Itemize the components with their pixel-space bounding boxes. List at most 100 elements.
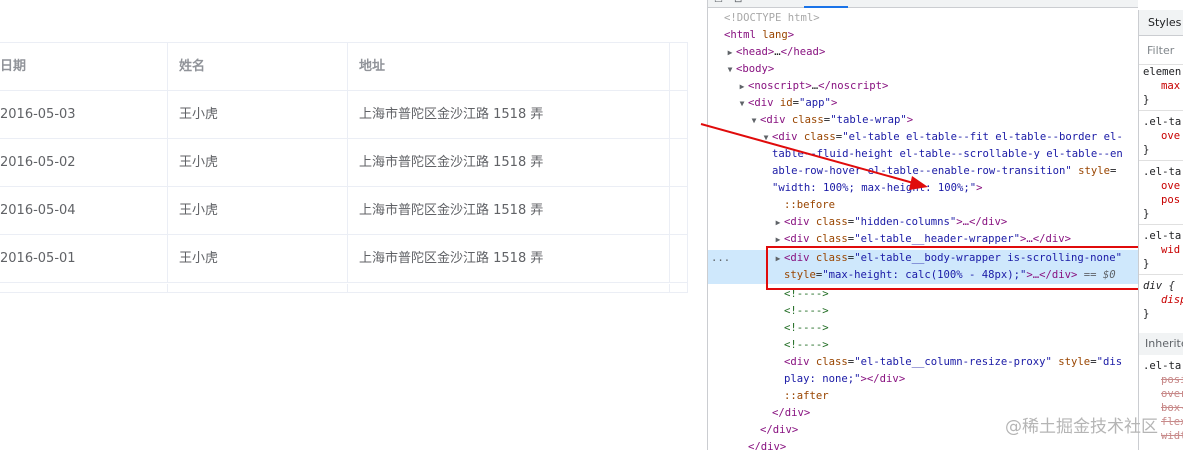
rule-property[interactable]: ove [1143, 180, 1180, 193]
attr-value: "el-table__column-resize-proxy" [854, 356, 1052, 368]
tag-open: <head> [736, 46, 775, 58]
dom-line-comment[interactable]: <!----> [708, 337, 1140, 354]
tag-close: > [830, 97, 838, 109]
attr-name: style [1071, 165, 1111, 177]
rule-selector[interactable]: .el-ta [1143, 230, 1181, 243]
expand-triangle-icon[interactable]: ▶ [737, 78, 747, 95]
dom-line-before[interactable]: ::before [708, 197, 1140, 214]
dom-line-resize-proxy-cont[interactable]: play: none;"></div> [708, 371, 1140, 388]
tag-open: <html [724, 29, 756, 41]
dom-line-el-table-cont[interactable]: able-row-hover el-table--enable-row-tran… [708, 163, 1140, 180]
divider [1139, 110, 1183, 111]
dom-line-el-table[interactable]: ▼ <div class="el-table el-table--fit el-… [708, 129, 1140, 146]
rule-property[interactable]: max [1143, 80, 1180, 93]
devtools-tabbar: ☐ ⊟ [708, 0, 1138, 8]
dom-line-comment[interactable]: <!----> [708, 320, 1140, 337]
rule-brace: } [1143, 308, 1150, 320]
rule-property[interactable]: ove [1143, 130, 1180, 143]
cell-date: 2016-05-03 [0, 91, 168, 139]
cell-date [0, 284, 168, 292]
cell-name: 王小虎 [168, 235, 348, 283]
expand-triangle-icon[interactable]: ▶ [725, 44, 735, 61]
rule-selector[interactable]: div { [1143, 280, 1175, 293]
collapse-triangle-icon[interactable]: ▼ [725, 61, 735, 78]
pseudo-after: ::after [784, 390, 829, 402]
table-header-row: 日期 姓名 地址 [0, 43, 687, 91]
header-address[interactable]: 地址 [348, 43, 670, 91]
tab-elements-underline[interactable] [804, 6, 848, 8]
rule-property[interactable]: wid [1143, 244, 1180, 257]
tag-close: </div> [760, 424, 799, 436]
collapse-triangle-icon[interactable]: ▼ [737, 95, 747, 112]
cell-name: 王小虎 [168, 187, 348, 235]
tag-close: >…</div> [1020, 233, 1072, 245]
more-options-icon[interactable]: ... [711, 250, 730, 267]
header-gutter [670, 43, 687, 91]
dom-line-el-table-cont[interactable]: "width: 100%; max-height: 100%;"> [708, 180, 1140, 197]
dom-tree[interactable]: <!DOCTYPE html> <html lang> ▶ <head>…</h… [708, 10, 1140, 450]
tag-open: <div [760, 114, 786, 126]
divider [1139, 160, 1183, 161]
tag-open: <body> [736, 63, 775, 75]
tag-close: </noscript> [818, 80, 889, 92]
attr-value: "el-table el-table--fit el-table--border… [842, 131, 1123, 143]
attr-value: "width: 100%; max-height: 100%;" [772, 182, 977, 194]
table-row[interactable]: 2016-05-01 王小虎 上海市普陀区金沙江路 1518 弄 [0, 235, 687, 283]
dom-line-el-table-cont[interactable]: table--fluid-height el-table--scrollable… [708, 146, 1140, 163]
header-name[interactable]: 姓名 [168, 43, 348, 91]
device-toolbar-icon[interactable]: ⊟ [734, 0, 742, 5]
tag-open: <div [772, 131, 798, 143]
rule-property[interactable]: disp [1143, 294, 1183, 307]
tag-close: > [906, 114, 914, 126]
cell-address: 上海市普陀区金沙江路 1518 弄 [348, 235, 670, 283]
tag-close: >…</div> [956, 216, 1008, 228]
divider [1139, 274, 1183, 275]
row-gutter [670, 235, 687, 283]
styles-filter-input[interactable]: Filter [1147, 44, 1174, 57]
dom-line-body[interactable]: ▼ <body> [708, 61, 1140, 78]
tag-close: </div> [772, 407, 811, 419]
dom-line-comment[interactable]: <!----> [708, 303, 1140, 320]
dom-line-app[interactable]: ▼ <div id="app"> [708, 95, 1140, 112]
row-gutter [670, 91, 687, 139]
table-row-partial [0, 284, 687, 292]
dom-line-close[interactable]: </div> [708, 439, 1140, 450]
collapse-triangle-icon[interactable]: ▼ [749, 112, 759, 129]
cell-address [348, 284, 670, 292]
dom-line-head[interactable]: ▶ <head>…</head> [708, 44, 1140, 61]
attr-name: class [797, 131, 836, 143]
rule-property[interactable]: pos [1143, 194, 1180, 207]
attr-eq: = [1110, 165, 1117, 177]
header-date[interactable]: 日期 [0, 43, 168, 91]
rule-property[interactable]: posi [1143, 374, 1183, 387]
tab-styles[interactable]: Styles [1148, 16, 1181, 29]
dom-line-after[interactable]: ::after [708, 388, 1140, 405]
dom-line-doctype[interactable]: <!DOCTYPE html> [708, 10, 1140, 27]
tag-open: <div [784, 356, 810, 368]
collapse-triangle-icon[interactable]: ▼ [761, 129, 771, 146]
inspect-icon[interactable]: ☐ [714, 0, 723, 5]
rule-brace: } [1143, 144, 1150, 156]
rule-selector[interactable]: .el-ta [1143, 166, 1181, 179]
table-row[interactable]: 2016-05-02 王小虎 上海市普陀区金沙江路 1518 弄 [0, 139, 687, 187]
table-row[interactable]: 2016-05-04 王小虎 上海市普陀区金沙江路 1518 弄 [0, 187, 687, 235]
expand-triangle-icon[interactable]: ▶ [773, 214, 783, 231]
dom-line-resize-proxy[interactable]: <div class="el-table__column-resize-prox… [708, 354, 1140, 371]
row-gutter [670, 187, 687, 235]
styles-pane: Styles Filter elemen max } .el-ta ove } … [1138, 10, 1183, 450]
table-row[interactable]: 2016-05-03 王小虎 上海市普陀区金沙江路 1518 弄 [0, 91, 687, 139]
divider [1139, 224, 1183, 225]
rule-selector[interactable]: elemen [1143, 66, 1181, 79]
dom-line-hidden-columns[interactable]: ▶ <div class="hidden-columns">…</div> [708, 214, 1140, 231]
comment-text: <!----> [784, 339, 829, 351]
rule-selector[interactable]: .el-ta [1143, 360, 1181, 373]
dom-line-html[interactable]: <html lang> [708, 27, 1140, 44]
attr-name: class [809, 356, 848, 368]
annotation-highlight-box [766, 246, 1140, 290]
rule-selector[interactable]: .el-ta [1143, 116, 1181, 129]
dom-line-table-wrap[interactable]: ▼ <div class="table-wrap"> [708, 112, 1140, 129]
watermark: @稀土掘金技术社区 [1005, 417, 1158, 437]
rule-property[interactable]: over [1143, 388, 1183, 401]
dom-line-noscript[interactable]: ▶ <noscript>…</noscript> [708, 78, 1140, 95]
rule-brace: } [1143, 94, 1150, 106]
